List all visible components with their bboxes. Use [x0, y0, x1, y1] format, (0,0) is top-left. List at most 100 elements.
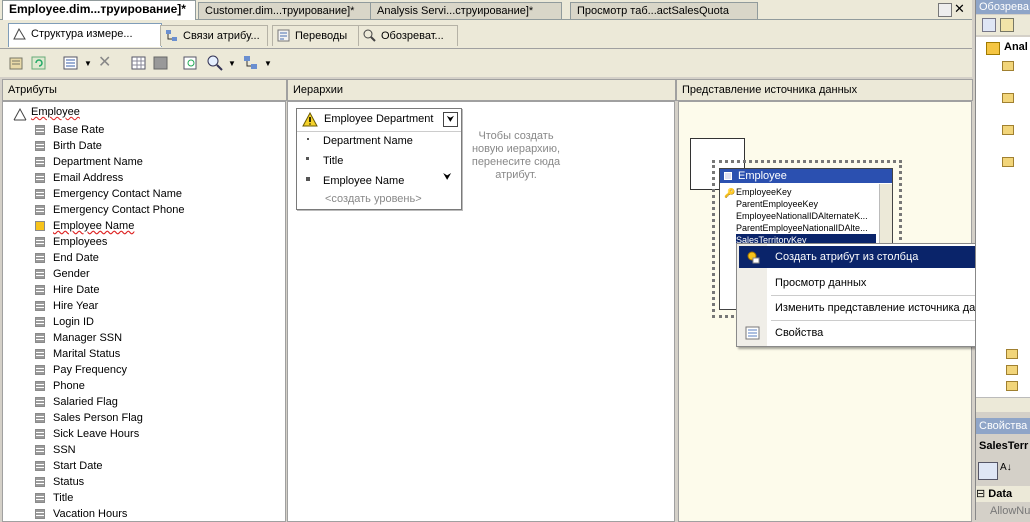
- attribute-icon: [35, 493, 45, 503]
- attributes-pane-header: Атрибуты: [2, 79, 287, 101]
- table-icon: [724, 172, 732, 180]
- folder-icon[interactable]: [1002, 157, 1014, 167]
- attribute-label: Sales Person Flag: [53, 412, 143, 424]
- level-dot-icon: [307, 138, 309, 140]
- arrange-dropdown-icon[interactable]: ▼: [264, 59, 272, 68]
- project-name[interactable]: Anal: [1004, 41, 1028, 53]
- attribute-icon: [35, 365, 45, 375]
- categorized-icon[interactable]: [978, 462, 998, 480]
- attribute-icon: [35, 189, 45, 199]
- collapse-icon[interactable]: ⮟: [443, 112, 458, 127]
- column-item[interactable]: ParentEmployeeKey: [736, 198, 876, 210]
- attribute-label: Manager SSN: [53, 332, 123, 344]
- dimension-root[interactable]: Employee: [31, 106, 80, 118]
- column-list: EmployeeKey ParentEmployeeKey EmployeeNa…: [736, 186, 876, 246]
- new-level-placeholder[interactable]: <создать уровень>: [325, 193, 422, 205]
- attribute-icon: [35, 413, 45, 423]
- column-item[interactable]: EmployeeKey: [736, 186, 876, 198]
- zoom-dropdown-icon[interactable]: ▼: [228, 59, 236, 68]
- doc-tab-analysis-services[interactable]: Analysis Servi...струирование]*: [370, 2, 562, 19]
- attribute-label: Start Date: [53, 460, 103, 472]
- attribute-label: Sick Leave Hours: [53, 428, 140, 440]
- column-item[interactable]: EmployeeNationalIDAlternateK...: [736, 210, 876, 222]
- hierarchy-box[interactable]: Employee Department ⮟ Department Name Ti…: [296, 108, 462, 210]
- folder-icon[interactable]: [1006, 349, 1018, 359]
- menu-label: Изменить представление источника данных: [775, 302, 1001, 314]
- attribute-icon: [35, 157, 45, 167]
- folder-icon[interactable]: [1006, 381, 1018, 391]
- zoom-icon[interactable]: [206, 54, 224, 72]
- attribute-label: Birth Date: [53, 140, 102, 152]
- attribute-icon: [35, 461, 45, 471]
- pane-title: Иерархии: [293, 84, 344, 96]
- attributes-pane: Employee Base Rate Birth Date Department N…: [2, 101, 286, 522]
- attribute-icon: [35, 173, 45, 183]
- delete-icon[interactable]: ✕: [98, 52, 111, 72]
- close-icon[interactable]: ✕: [954, 1, 965, 17]
- attribute-icon: [35, 429, 45, 439]
- menu-label: Свойства: [775, 327, 824, 339]
- horizontal-scrollbar[interactable]: [976, 397, 1030, 412]
- tab-translations[interactable]: Переводы: [272, 25, 364, 46]
- attribute-label: Gender: [53, 268, 90, 280]
- menu-label: Просмотр данных: [775, 277, 867, 289]
- doc-tab-employee[interactable]: Employee.dim...труирование]*: [2, 0, 196, 20]
- grid-icon[interactable]: [130, 54, 148, 72]
- tab-attribute-relationships[interactable]: Связи атрибу...: [160, 25, 268, 46]
- attribute-label: Pay Frequency: [53, 364, 127, 376]
- window-position-button[interactable]: [938, 3, 952, 17]
- refresh-icon[interactable]: [30, 54, 48, 72]
- attribute-icon: [35, 301, 45, 311]
- attribute-icon: [35, 285, 45, 295]
- hierarchy-level[interactable]: Department Name: [323, 132, 413, 150]
- zoom-page-icon[interactable]: [182, 54, 200, 72]
- chevron-down-icon[interactable]: ▼: [84, 59, 92, 68]
- attribute-label: Employees: [53, 236, 108, 248]
- attribute-icon: [35, 397, 45, 407]
- folder-icon[interactable]: [1002, 125, 1014, 135]
- view-options-icon[interactable]: [62, 54, 80, 72]
- hierarchy-level[interactable]: Title: [323, 152, 343, 170]
- attribute-label: Status: [53, 476, 85, 488]
- hierarchy-name[interactable]: Employee Department: [324, 113, 433, 125]
- doc-tab-data-view[interactable]: Просмотр таб...actSalesQuota: [570, 2, 758, 19]
- property-name[interactable]: AllowNu: [990, 505, 1030, 517]
- solution-tree: Anal: [976, 37, 1030, 412]
- expand-levels-icon[interactable]: ⮟: [443, 172, 452, 183]
- folder-icon[interactable]: [1006, 365, 1018, 375]
- tab-dimension-structure[interactable]: Структура измере...: [8, 23, 162, 47]
- tab-label: Обозреват...: [381, 30, 444, 42]
- level-label: Title: [323, 155, 344, 167]
- new-hierarchy-hint: Чтобы создать новую иерархию, перенесите…: [471, 130, 561, 181]
- property-category[interactable]: ⊟ Data: [976, 486, 1030, 502]
- process-icon[interactable]: [8, 54, 26, 72]
- folder-icon[interactable]: [1002, 93, 1014, 103]
- attribute-label: Phone: [53, 380, 85, 392]
- table-title-bar: Employee: [720, 169, 892, 183]
- attribute-label: Salaried Flag: [53, 396, 118, 408]
- hierarchy-level[interactable]: Employee Name: [323, 172, 404, 190]
- alphabetical-icon[interactable]: A↓: [1000, 462, 1018, 478]
- table-name: Employee: [738, 170, 787, 182]
- pane-title: Атрибуты: [8, 84, 57, 96]
- column-item[interactable]: ParentEmployeeNationalIDAlte...: [736, 222, 876, 234]
- attribute-label: Hire Year: [53, 300, 99, 312]
- attribute-label: End Date: [53, 252, 99, 264]
- folder-icon[interactable]: [1002, 61, 1014, 71]
- arrange-tables-icon[interactable]: [242, 54, 260, 72]
- menu-label: Создать атрибут из столбца: [775, 251, 919, 263]
- properties-icon[interactable]: [982, 18, 996, 32]
- document-tabs: Employee.dim...труирование]* Customer.di…: [0, 0, 972, 20]
- level-label: Department Name: [323, 135, 413, 147]
- show-all-files-icon[interactable]: [1000, 18, 1014, 32]
- designer-tabs: Структура измере... Связи атрибу... Пере…: [0, 20, 972, 49]
- table-icon[interactable]: [152, 54, 170, 72]
- attribute-label: SSN: [53, 444, 76, 456]
- attribute-label: Email Address: [53, 172, 124, 184]
- attribute-icon: [35, 269, 45, 279]
- tab-label: Переводы: [295, 30, 348, 42]
- tab-browser[interactable]: Обозреват...: [358, 25, 458, 46]
- doc-tab-customer[interactable]: Customer.dim...труирование]*: [198, 2, 372, 19]
- dsv-pane-header: Представление источника данных: [676, 79, 973, 101]
- dimension-icon: [13, 107, 27, 121]
